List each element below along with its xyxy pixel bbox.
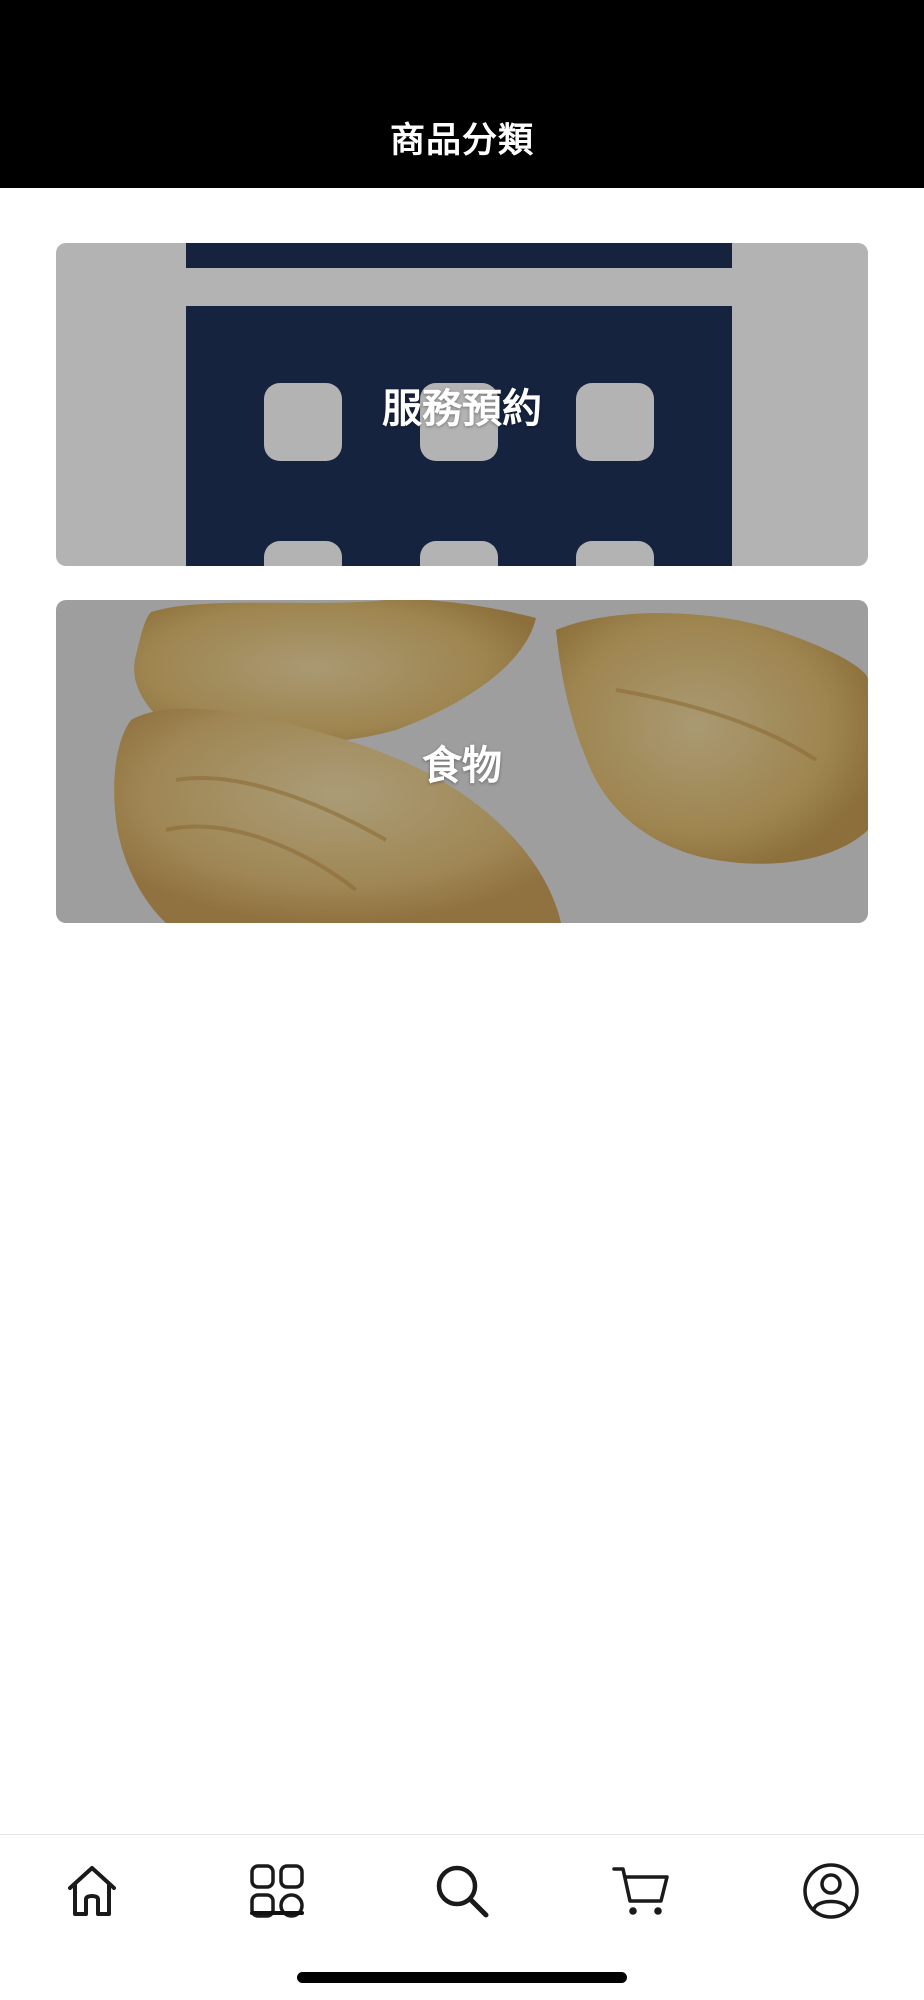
tab-profile[interactable] (791, 1851, 871, 1931)
tab-cart[interactable] (601, 1851, 681, 1931)
page-title: 商品分類 (389, 121, 534, 161)
cart-icon (612, 1867, 669, 1915)
header-bar: 商品分類 (0, 0, 924, 188)
home-indicator (297, 1972, 627, 1983)
category-card-service-booking[interactable]: 服務預約 (56, 243, 868, 566)
category-label: 服務預約 (382, 385, 542, 432)
home-icon (68, 1866, 116, 1916)
tab-categories[interactable] (237, 1851, 317, 1931)
search-icon (436, 1865, 489, 1918)
active-tab-indicator (250, 1911, 304, 1915)
tab-search[interactable] (422, 1851, 502, 1931)
category-label: 食物 (422, 742, 502, 789)
tab-home[interactable] (52, 1851, 132, 1931)
profile-icon (803, 1863, 859, 1919)
category-card-food[interactable]: 食物 (56, 600, 868, 923)
